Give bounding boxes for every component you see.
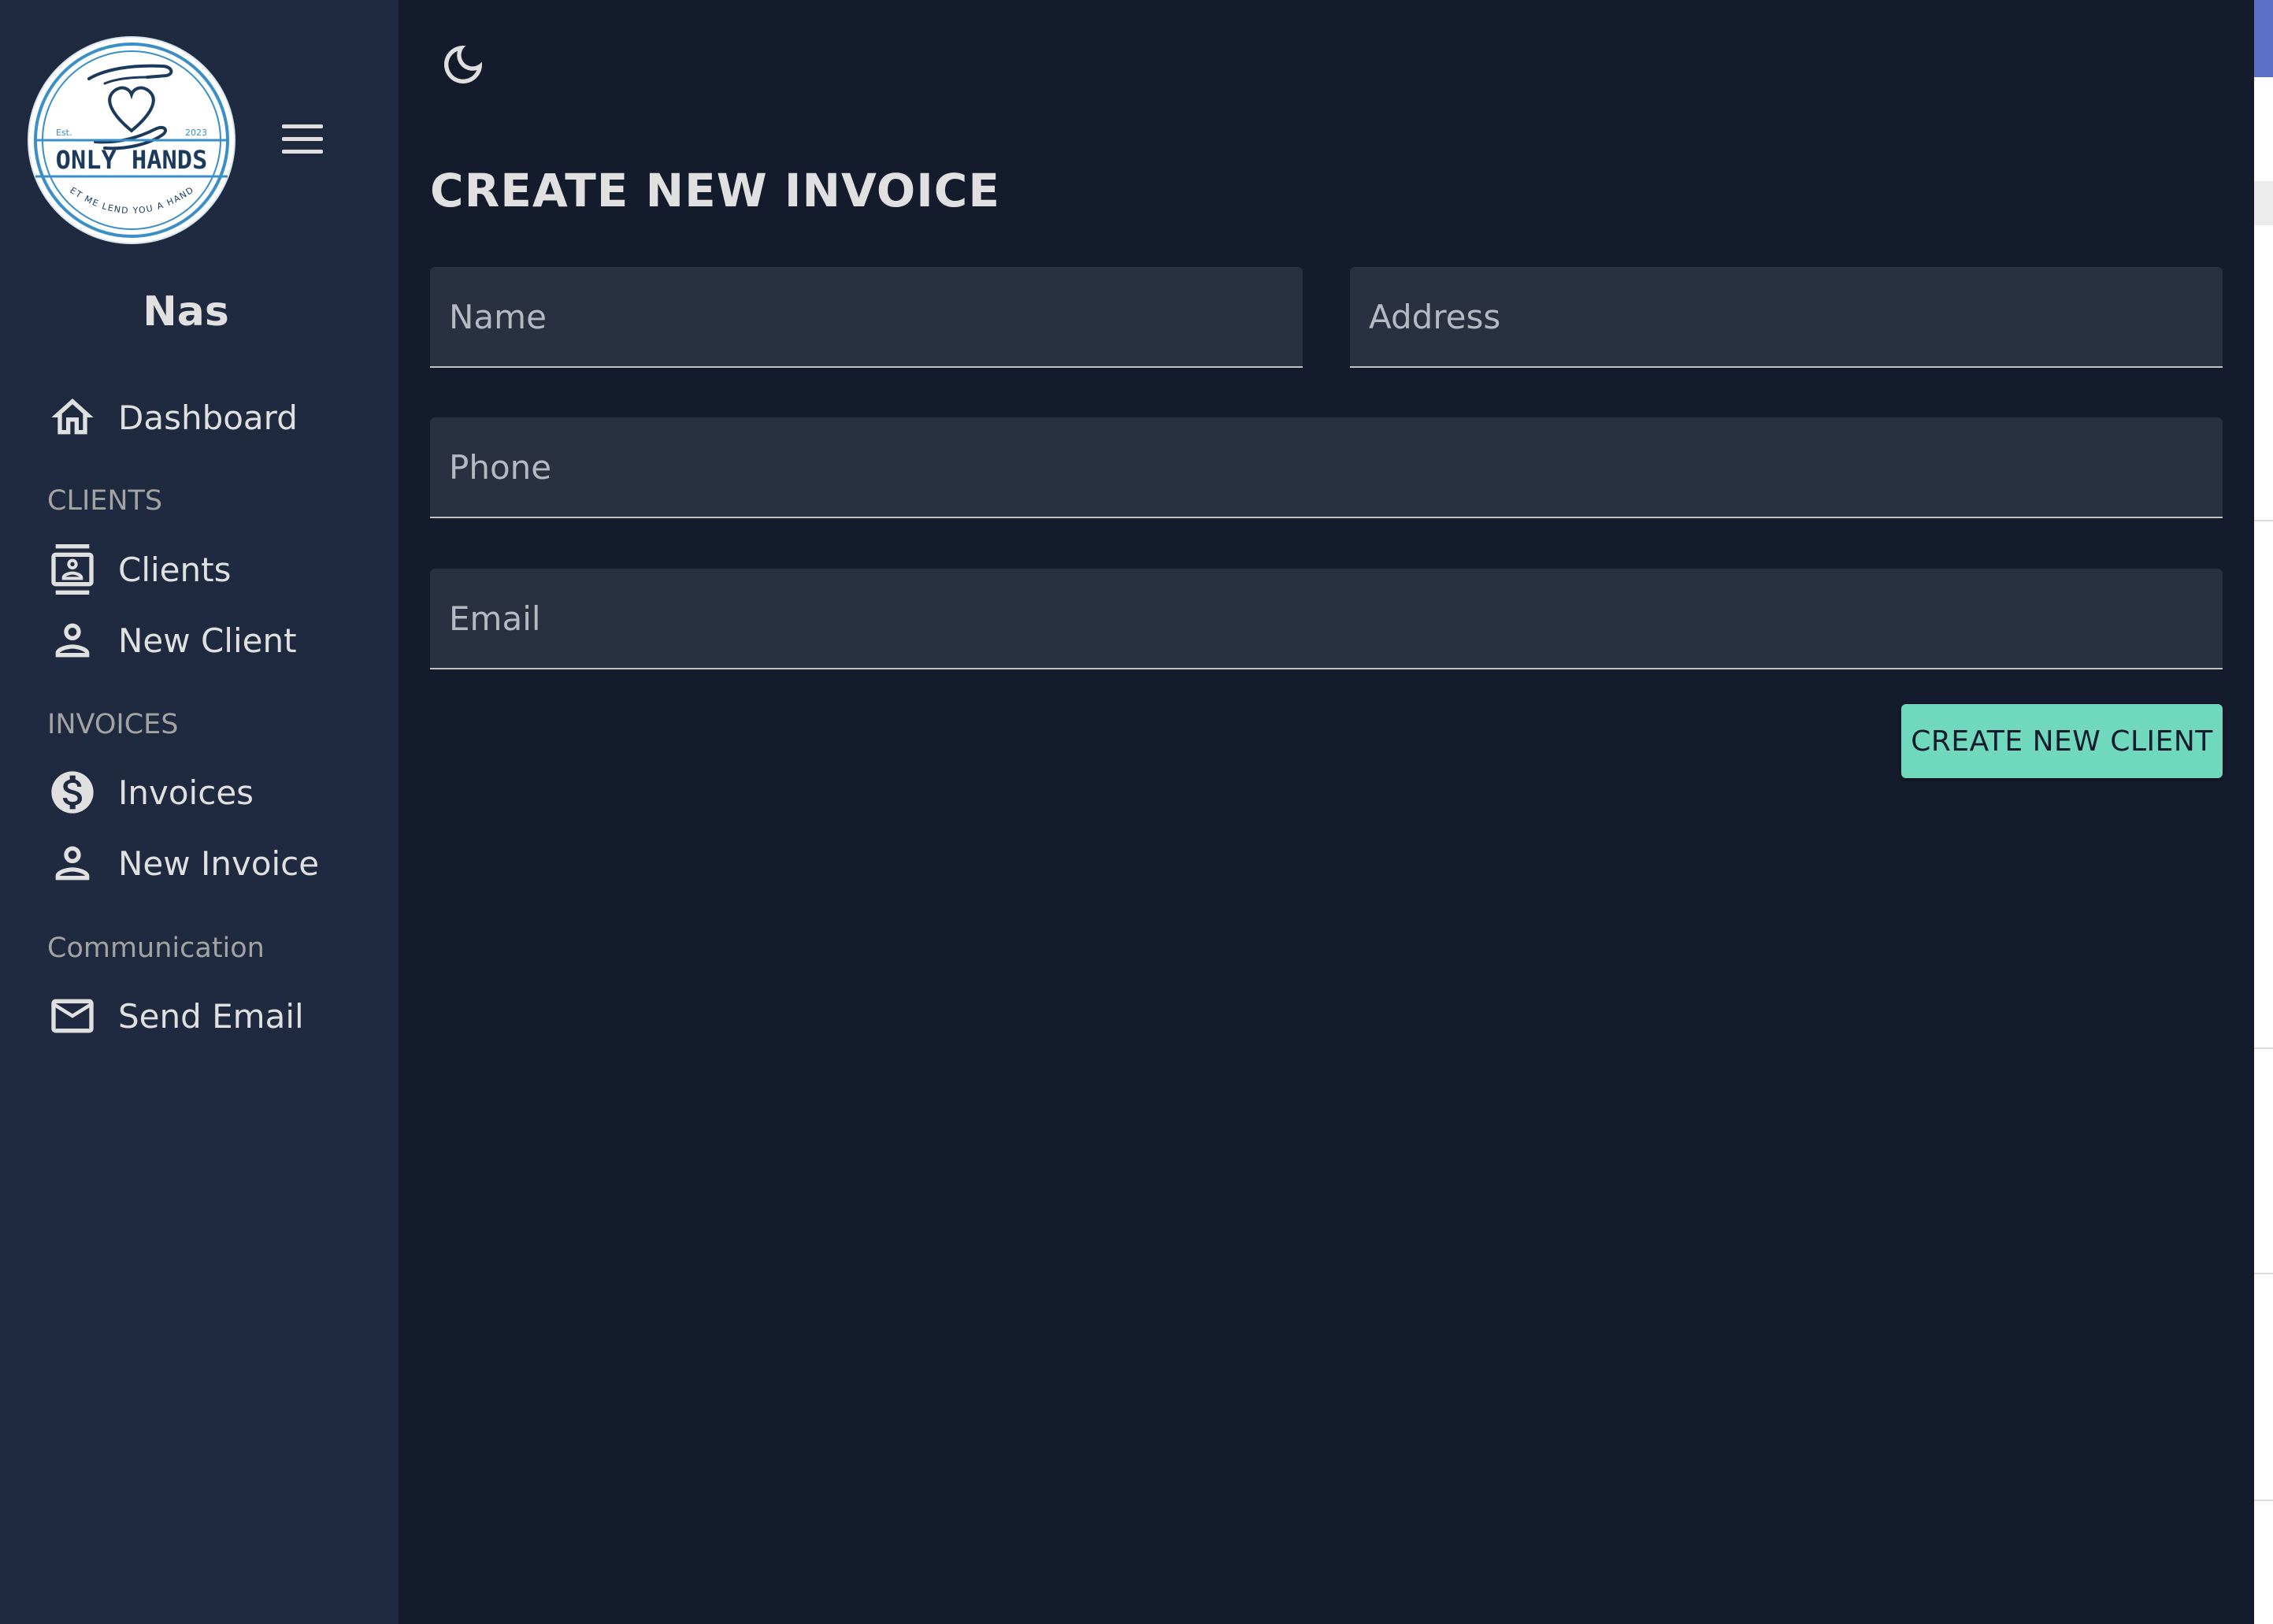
divider xyxy=(2254,1500,2273,1501)
section-header-communication: Communication xyxy=(47,933,265,964)
divider xyxy=(2254,1047,2273,1049)
logo-est-text: Est. xyxy=(56,128,72,138)
email-field[interactable] xyxy=(430,569,2223,669)
sidebar-item-invoices[interactable]: Invoices xyxy=(47,761,378,824)
section-header-clients: CLIENTS xyxy=(47,485,163,517)
phone-input[interactable] xyxy=(430,417,2223,517)
adjacent-window-titlebar xyxy=(2254,0,2273,77)
sidebar-item-new-client[interactable]: New Client xyxy=(47,609,378,672)
page-title: CREATE NEW INVOICE xyxy=(430,164,1000,217)
person-icon xyxy=(55,846,90,881)
sidebar-item-dashboard[interactable]: Dashboard xyxy=(47,386,378,449)
sidebar-item-label: Invoices xyxy=(118,773,254,812)
sidebar-item-new-invoice[interactable]: New Invoice xyxy=(47,832,378,895)
name-input[interactable] xyxy=(430,267,1303,366)
phone-field[interactable] xyxy=(430,417,2223,518)
dollar-icon xyxy=(51,771,94,814)
app-window: Est. 2023 ONLY HANDS LET ME LEND YOU A H… xyxy=(0,0,2273,1624)
sidebar-item-label: Send Email xyxy=(118,996,304,1036)
divider xyxy=(2254,520,2273,521)
section-header-invoices: INVOICES xyxy=(47,709,179,740)
sidebar-item-send-email[interactable]: Send Email xyxy=(47,984,378,1047)
address-input[interactable] xyxy=(1350,267,2223,366)
divider xyxy=(2254,1273,2273,1274)
sidebar-item-label: New Invoice xyxy=(118,844,320,883)
sidebar: Est. 2023 ONLY HANDS LET ME LEND YOU A H… xyxy=(0,0,399,1624)
brand-logo[interactable]: Est. 2023 ONLY HANDS LET ME LEND YOU A H… xyxy=(29,38,234,243)
name-field[interactable] xyxy=(430,267,1303,368)
hamburger-bar xyxy=(282,124,323,128)
adjacent-window-toolbar xyxy=(2254,181,2273,225)
moon-icon xyxy=(444,46,482,83)
sidebar-item-clients[interactable]: Clients xyxy=(47,538,378,601)
sidebar-item-label: Clients xyxy=(118,550,232,589)
sidebar-item-label: New Client xyxy=(118,621,297,660)
person-icon xyxy=(55,623,90,658)
hamburger-bar xyxy=(282,137,323,141)
theme-toggle-button[interactable] xyxy=(438,39,488,90)
mail-icon xyxy=(51,999,94,1033)
logo-year-text: 2023 xyxy=(185,128,207,138)
home-icon xyxy=(51,399,94,435)
email-input[interactable] xyxy=(430,569,2223,668)
logo-tagline-text: LET ME LEND YOU A HAND! xyxy=(29,38,196,216)
adjacent-window-edge xyxy=(2254,0,2273,1624)
address-field[interactable] xyxy=(1350,267,2223,368)
logo-emblem: Est. 2023 ONLY HANDS LET ME LEND YOU A H… xyxy=(29,38,229,238)
logo-brand-text: ONLY HANDS xyxy=(56,145,208,175)
logo-tagline: LET ME LEND YOU A HAND! xyxy=(29,38,195,216)
user-name: Nas xyxy=(143,288,229,336)
sidebar-item-label: Dashboard xyxy=(118,398,298,437)
create-client-button[interactable]: CREATE NEW CLIENT xyxy=(1901,704,2223,778)
hamburger-bar xyxy=(282,150,323,154)
menu-toggle-button[interactable] xyxy=(280,120,328,158)
contacts-icon xyxy=(51,544,94,595)
